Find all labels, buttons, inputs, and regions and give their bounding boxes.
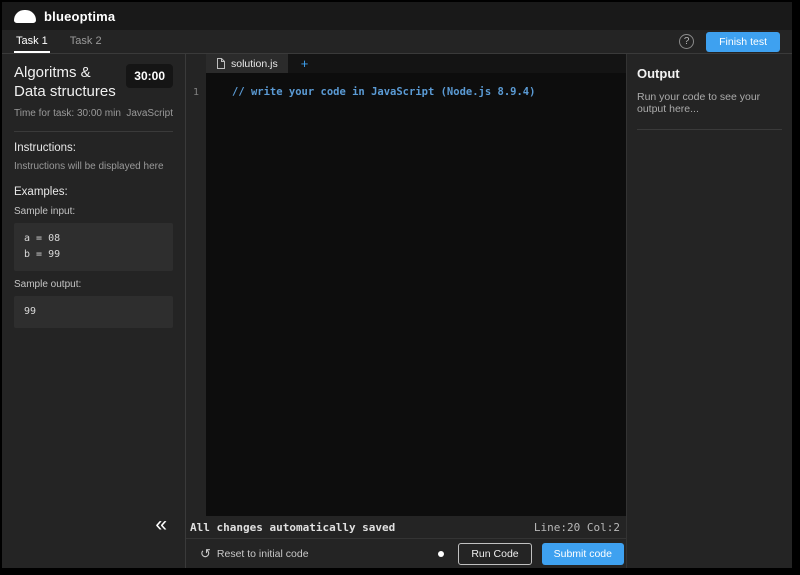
task-title-row: Algoritms & Data structures 30:00 — [14, 64, 173, 102]
screenshot-frame: blueoptima Task 1 Task 2 ? Finish test A… — [0, 0, 800, 575]
sample-input-label: Sample input: — [14, 205, 76, 217]
brand-name: blueoptima — [44, 8, 116, 24]
blueoptima-logo-icon — [14, 9, 36, 23]
time-for-task: Time for task: 30:00 min — [14, 107, 121, 119]
output-panel: Output Run your code to see your output … — [626, 54, 792, 568]
editor-column: 1 solution.js + // write your code in Ja… — [186, 54, 626, 568]
task-meta-row: Time for task: 30:00 min JavaScript — [14, 108, 173, 119]
editor-zone: 1 solution.js + // write your code in Ja… — [186, 54, 626, 516]
sample-input-line-2: b = 99 — [24, 248, 61, 260]
reset-label: Reset to initial code — [216, 547, 309, 560]
code-area[interactable]: // write your code in JavaScript (Node.j… — [206, 73, 626, 516]
line-number-gutter: 1 — [186, 54, 206, 516]
cursor-position: Line:20 Col:2 — [533, 520, 620, 534]
output-heading: Output — [637, 66, 680, 81]
file-tab-label: solution.js — [231, 57, 278, 70]
timer-badge: 30:00 — [126, 64, 173, 88]
editor-status-bar: All changes automatically saved Line:20 … — [186, 516, 626, 538]
sample-output-box: 99 — [14, 295, 173, 328]
output-placeholder: Run your code to see your output here... — [637, 91, 782, 130]
sample-output-label: Sample output: — [14, 278, 82, 290]
editor-tab-bar: solution.js + — [206, 54, 626, 73]
tab-task-2[interactable]: Task 2 — [68, 30, 104, 53]
main-area: Algoritms & Data structures 30:00 Time f… — [2, 54, 792, 568]
task-sidebar: Algoritms & Data structures 30:00 Time f… — [2, 54, 186, 568]
add-file-tab-button[interactable]: + — [288, 54, 322, 73]
autosave-status: All changes automatically saved — [190, 520, 396, 534]
line-number: 1 — [192, 87, 200, 98]
instructions-heading: Instructions: — [14, 141, 76, 154]
run-code-button[interactable]: Run Code — [458, 542, 532, 565]
code-comment-line: // write your code in JavaScript (Node.j… — [232, 86, 536, 98]
tab-task-1[interactable]: Task 1 — [14, 30, 50, 53]
status-dot-icon — [438, 550, 445, 557]
tab-bar-spacer — [122, 30, 680, 53]
file-icon — [217, 58, 225, 69]
collapse-sidebar-icon[interactable]: « — [155, 514, 167, 535]
app-window: blueoptima Task 1 Task 2 ? Finish test A… — [2, 2, 792, 568]
file-tab-solution-js[interactable]: solution.js — [206, 54, 288, 73]
examples-heading: Examples: — [14, 185, 68, 198]
help-icon[interactable]: ? — [679, 34, 695, 49]
sample-input-box: a = 08 b = 99 — [14, 222, 173, 271]
language-label: JavaScript — [126, 107, 173, 119]
task-title: Algoritms & Data structures — [14, 64, 116, 100]
sidebar-divider — [14, 130, 173, 132]
editor-action-bar: ↺ Reset to initial code Run Code Submit … — [186, 538, 626, 568]
code-editor[interactable]: solution.js + // write your code in Java… — [206, 54, 626, 516]
submit-code-button[interactable]: Submit code — [541, 542, 624, 565]
reset-icon: ↺ — [200, 545, 211, 561]
app-header: blueoptima — [2, 2, 792, 30]
reset-to-initial-code[interactable]: ↺ Reset to initial code — [200, 546, 309, 562]
instructions-text: Instructions will be displayed here — [14, 160, 164, 172]
sample-input-line-1: a = 08 — [24, 232, 61, 244]
task-tab-bar: Task 1 Task 2 ? Finish test — [2, 30, 792, 54]
finish-test-button[interactable]: Finish test — [706, 31, 780, 52]
